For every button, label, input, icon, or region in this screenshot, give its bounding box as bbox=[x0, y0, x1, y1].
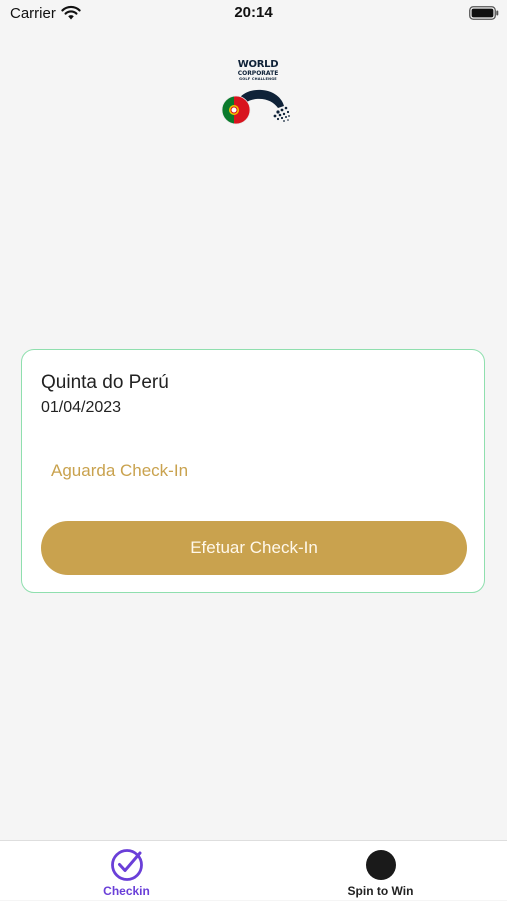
clock: 20:14 bbox=[234, 4, 273, 21]
golf-ball-flag-icon bbox=[221, 89, 290, 125]
event-card: Quinta do Perú 01/04/2023 Aguarda Check-… bbox=[21, 349, 485, 593]
spin-circle-icon bbox=[365, 850, 396, 880]
checkin-status-label: Aguarda Check-In bbox=[51, 461, 189, 480]
event-date: 01/04/2023 bbox=[41, 399, 122, 416]
check-circle-icon bbox=[110, 849, 143, 881]
tab-checkin[interactable]: Checkin bbox=[0, 841, 253, 901]
venue-name: Quinta do Perú bbox=[41, 372, 169, 393]
world-corporate-golf-challenge-logo: WORLD CORPORATE GOLF CHALLENGE bbox=[220, 58, 292, 130]
logo-word-golf-challenge: GOLF CHALLENGE bbox=[239, 77, 277, 81]
tab-spin-to-win-label: Spin to Win bbox=[347, 884, 414, 898]
tab-bar: Checkin Spin to Win bbox=[0, 840, 507, 900]
status-bar: Carrier 20:14 bbox=[0, 0, 507, 28]
tab-checkin-label: Checkin bbox=[103, 884, 150, 898]
checkin-button[interactable]: Efetuar Check-In bbox=[41, 521, 467, 575]
logo-word-world: WORLD bbox=[237, 59, 279, 70]
battery-icon bbox=[469, 6, 499, 20]
tab-spin-to-win[interactable]: Spin to Win bbox=[254, 841, 507, 901]
